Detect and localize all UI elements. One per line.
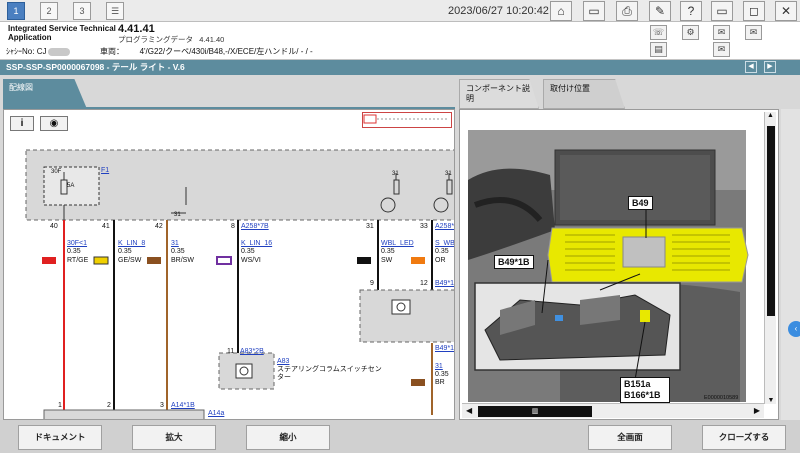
- wire-label: 30F<1 0.35: [67, 240, 88, 255]
- fuse-amps: 5A: [67, 183, 75, 189]
- datetime: 2023/06/27 10:20:42: [448, 5, 549, 17]
- next-document-button[interactable]: ▶: [764, 61, 776, 73]
- mail-icon[interactable]: ✉: [745, 25, 762, 40]
- connector-link[interactable]: A258*7: [435, 223, 454, 231]
- session-tab-3[interactable]: 3: [73, 2, 91, 20]
- tab-mounting-location[interactable]: 取付け位置: [543, 79, 625, 109]
- folder-icon[interactable]: ▭: [583, 1, 605, 21]
- document-button[interactable]: ドキュメント: [18, 425, 102, 450]
- settings-icon[interactable]: ⚙: [682, 25, 699, 40]
- vehicle-info-bar: Integrated Service Technical Application…: [0, 22, 800, 60]
- connector-link[interactable]: B49*1: [435, 345, 454, 353]
- wire-color: WS/VI: [241, 257, 261, 264]
- vehicle-description: 車両： 4'/G22/クーペ/430i/B48,-/X/ECE/左ハンドル/ -…: [100, 47, 313, 56]
- pin-number: 33: [420, 223, 428, 230]
- connector-link[interactable]: B49*1B: [435, 280, 454, 288]
- phone-icon[interactable]: ☏: [650, 25, 667, 40]
- pin-number: 1: [58, 402, 62, 409]
- session-tab-1[interactable]: 1: [7, 2, 25, 20]
- expand-panel-button[interactable]: ‹: [788, 321, 800, 337]
- pin-number: 40: [50, 223, 58, 230]
- document-title: SSP-SSP-SP0000067098 - テール ライト - V.6: [0, 60, 800, 75]
- print-icon[interactable]: ⎙: [616, 1, 638, 21]
- pin-number: 11: [227, 348, 235, 355]
- horizontal-scrollbar[interactable]: ◀ ▥ ▶: [462, 403, 764, 418]
- mounting-location-pane: B49 B49*1B B151a B166*1B E0000010589 ▲ ▼ …: [459, 109, 779, 420]
- zoom-out-button[interactable]: 縮小: [246, 425, 330, 450]
- pin-number: 9: [370, 280, 374, 287]
- component-link[interactable]: A83: [277, 358, 289, 366]
- wire-label: WBL_LED 0.35: [381, 240, 414, 255]
- close-button[interactable]: クローズする: [702, 425, 786, 450]
- pin-number: 31: [366, 223, 374, 230]
- connector-link[interactable]: A14*1B: [171, 402, 195, 410]
- wrench-icon[interactable]: ✎: [649, 1, 671, 21]
- bottom-toolbar: ドキュメント 拡大 縮小 全画面 クローズする: [0, 420, 800, 453]
- tab-component-description[interactable]: コンポーネント説明: [459, 79, 539, 109]
- top-toolbar: 1 2 3 ☰ 2023/06/27 10:20:42 ⌂ ▭ ⎙ ✎ ? ▭ …: [0, 0, 800, 22]
- callout-b151a: B151a B166*1B: [620, 377, 670, 403]
- pin-number: 3: [160, 402, 164, 409]
- help-icon[interactable]: ?: [680, 1, 702, 21]
- list-icon[interactable]: ☰: [106, 2, 124, 20]
- car-icon[interactable]: ▤: [650, 42, 667, 57]
- wire-color: BR: [435, 379, 445, 386]
- ground-31-a: 31: [174, 212, 181, 218]
- wiring-diagram-pane[interactable]: i ◉ 30F 5A F1 31 31 31 40 41 42 8 31 33 …: [3, 109, 455, 420]
- pin-number: 8: [231, 223, 235, 230]
- wire-color: BR/SW: [171, 257, 194, 264]
- pin-number: 12: [420, 280, 428, 287]
- wiring-schematic: [25, 149, 454, 419]
- callout-b49-1b: B49*1B: [494, 255, 534, 269]
- mail-icon[interactable]: ✉: [713, 42, 730, 57]
- ground-31-b: 31: [392, 171, 399, 177]
- pin-number: 42: [155, 223, 163, 230]
- vertical-scrollbar[interactable]: ▲ ▼: [764, 112, 776, 404]
- component-link[interactable]: A14a: [208, 410, 224, 418]
- app-name: Integrated Service Technical Application: [8, 24, 116, 42]
- wire-label: K_LIN_16 0.35: [241, 240, 273, 255]
- wire-color: OR: [435, 257, 446, 264]
- pin-number: 41: [102, 223, 110, 230]
- tab-wiring-diagram[interactable]: 配線図: [3, 79, 87, 109]
- ground-31-c: 31: [445, 171, 452, 177]
- connector-link[interactable]: A83*2B: [240, 348, 264, 356]
- program-data: プログラミングデータ 4.41.40: [118, 35, 225, 44]
- wire-label: S_WBL0.35: [435, 240, 455, 255]
- monitor-icon[interactable]: ▭: [711, 1, 733, 21]
- wire-label: 31 0.35: [171, 240, 185, 255]
- wire-color: SW: [381, 257, 393, 264]
- chassis-number: ｼｬｼｰNo: CJ: [6, 46, 71, 57]
- home-icon[interactable]: ⌂: [550, 1, 572, 21]
- wire-label: K_LIN_8 0.35: [118, 240, 146, 255]
- prev-document-button[interactable]: ◀: [745, 61, 757, 73]
- mail-icon[interactable]: ✉: [713, 25, 730, 40]
- zoom-in-button[interactable]: 拡大: [132, 425, 216, 450]
- wire-label: 31 0.35: [435, 363, 449, 378]
- fuse-rating: 30F: [51, 169, 62, 175]
- wire-color: RT/GE: [67, 257, 89, 264]
- right-edge-panel: ‹: [781, 109, 800, 420]
- pin-number: 2: [107, 402, 111, 409]
- callout-b49: B49: [628, 196, 653, 210]
- wire-color: GE/SW: [118, 257, 142, 264]
- fullscreen-button[interactable]: 全画面: [588, 425, 672, 450]
- session-tab-2[interactable]: 2: [40, 2, 58, 20]
- fuse-link[interactable]: F1: [101, 167, 109, 175]
- close-icon[interactable]: ✕: [775, 1, 797, 21]
- window-icon[interactable]: ◻: [743, 1, 765, 21]
- component-description: ステアリングコラムスイッチセンター: [277, 366, 382, 381]
- image-id: E0000010589: [704, 395, 739, 401]
- connector-link[interactable]: A258*7B: [241, 223, 269, 231]
